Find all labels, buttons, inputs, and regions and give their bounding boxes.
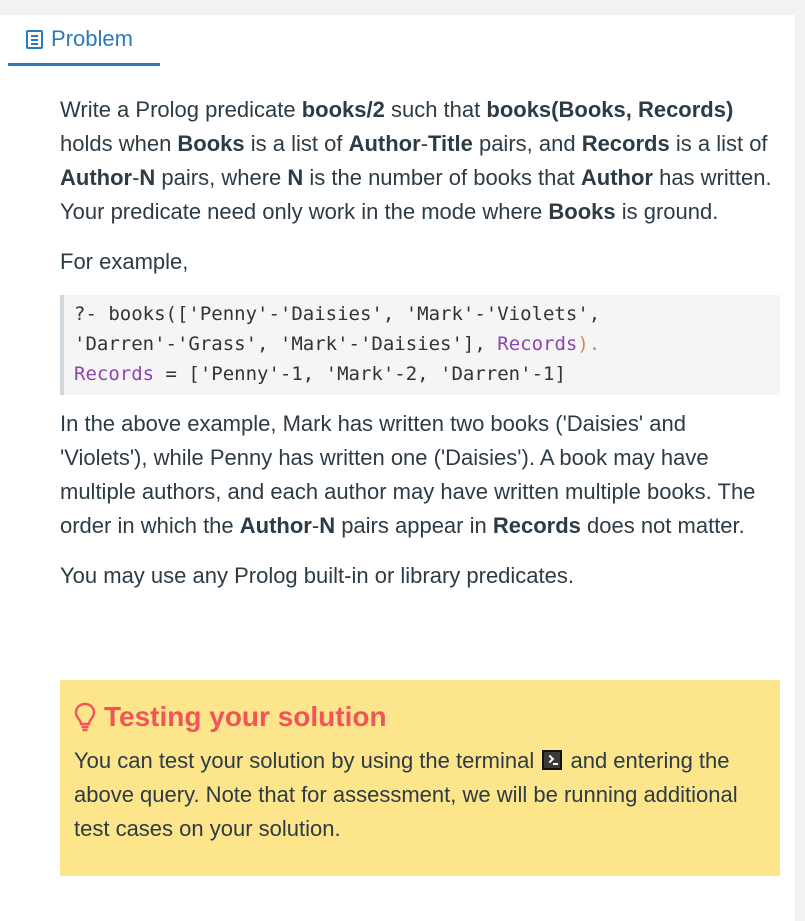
top-breadcrumb-strip xyxy=(0,0,805,15)
tip-body: You can test your solution by using the … xyxy=(74,748,738,841)
builtin-note: You may use any Prolog built-in or libra… xyxy=(60,563,575,588)
testing-tip-box: Testing your solution You can test your … xyxy=(60,680,780,876)
tab-problem[interactable]: Problem xyxy=(8,15,160,66)
document-icon xyxy=(26,29,43,49)
problem-description: Write a Prolog predicate books/2 such th… xyxy=(60,93,780,593)
code-line-2: 'Darren'-'Grass', 'Mark'-'Daisies'], Rec… xyxy=(74,333,601,355)
intro-paragraph: Write a Prolog predicate books/2 such th… xyxy=(60,97,772,224)
lightbulb-icon xyxy=(74,702,96,732)
code-line-3: Records = ['Penny'-1, 'Mark'-2, 'Darren'… xyxy=(74,363,566,385)
tip-title: Testing your solution xyxy=(104,701,387,732)
code-example: ?- books(['Penny'-'Daisies', 'Mark'-'Vio… xyxy=(60,295,780,395)
example-label: For example, xyxy=(60,249,189,274)
explanation-paragraph: In the above example, Mark has written t… xyxy=(60,411,756,538)
tab-problem-label: Problem xyxy=(51,26,133,51)
code-line-1: ?- books(['Penny'-'Daisies', 'Mark'-'Vio… xyxy=(74,303,601,325)
tip-header: Testing your solution xyxy=(74,696,764,738)
terminal-icon[interactable] xyxy=(542,750,563,770)
